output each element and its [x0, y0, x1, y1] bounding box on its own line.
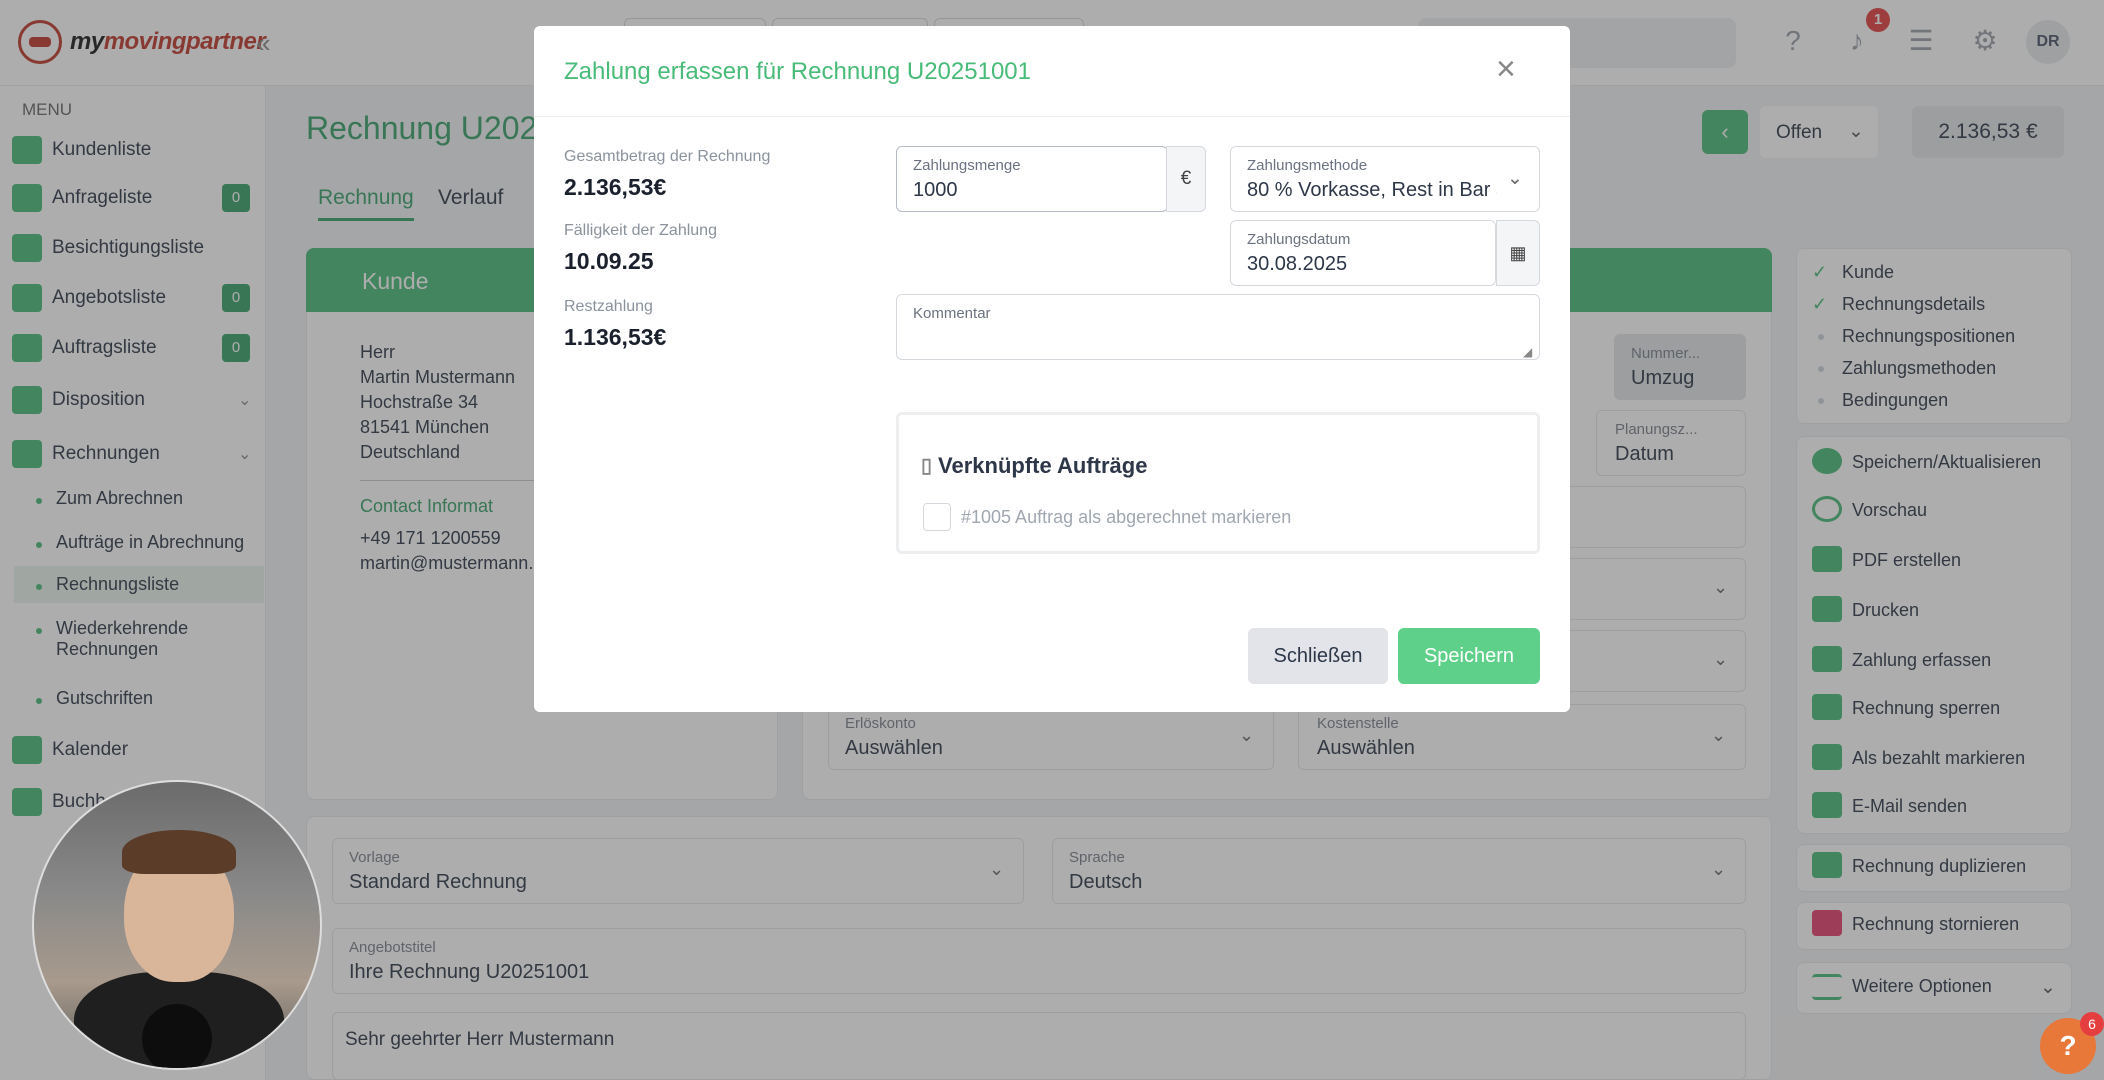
payment-date-input[interactable]: Zahlungsdatum 30.08.2025	[1230, 220, 1496, 286]
currency-addon: €	[1166, 146, 1206, 212]
resize-handle-icon[interactable]: ◢	[1523, 345, 1532, 359]
input-value: 30.08.2025	[1247, 253, 1348, 275]
modal-title: Zahlung erfassen für Rechnung U20251001	[564, 58, 1031, 85]
input-label: Zahlungsmethode	[1247, 157, 1368, 174]
input-label: Zahlungsmenge	[913, 157, 1021, 174]
input-label: Zahlungsdatum	[1247, 231, 1351, 248]
document-icon: ▯	[921, 455, 933, 477]
input-value: 1000	[913, 179, 958, 201]
webcam-video	[32, 780, 322, 1070]
close-icon[interactable]: ×	[1496, 50, 1516, 89]
payment-amount-input[interactable]: Zahlungsmenge 1000	[896, 146, 1168, 212]
rest-label: Restzahlung	[564, 298, 653, 315]
order-checkbox[interactable]	[923, 503, 951, 531]
order-checkbox-label[interactable]: #1005 Auftrag als abgerechnet markieren	[961, 507, 1291, 528]
payment-modal: Zahlung erfassen für Rechnung U20251001 …	[534, 26, 1570, 712]
save-button[interactable]: Speichern	[1398, 628, 1540, 684]
linked-orders-panel: ▯ Verknüpfte Aufträge #1005 Auftrag als …	[896, 412, 1540, 554]
help-count-badge: 6	[2080, 1012, 2104, 1036]
due-value: 10.09.25	[564, 248, 654, 274]
payment-method-select[interactable]: Zahlungsmethode 80 % Vorkasse, Rest in B…	[1230, 146, 1540, 212]
calendar-icon[interactable]: ▦	[1496, 220, 1540, 286]
chevron-down-icon: ⌄	[1507, 168, 1523, 189]
linked-orders-header: ▯ Verknüpfte Aufträge	[921, 453, 1147, 479]
total-label: Gesamtbetrag der Rechnung	[564, 148, 771, 165]
microphone	[142, 1004, 212, 1068]
close-button[interactable]: Schließen	[1248, 628, 1388, 684]
linked-orders-title: Verknüpfte Aufträge	[938, 453, 1148, 478]
divider	[534, 116, 1570, 117]
rest-value: 1.136,53€	[564, 324, 667, 350]
person-hair	[122, 830, 236, 874]
input-value: 80 % Vorkasse, Rest in Bar a	[1247, 179, 1497, 201]
comment-textarea[interactable]: Kommentar ◢	[896, 294, 1540, 360]
input-label: Kommentar	[913, 305, 991, 322]
due-label: Fälligkeit der Zahlung	[564, 222, 717, 239]
total-value: 2.136,53€	[564, 174, 667, 200]
